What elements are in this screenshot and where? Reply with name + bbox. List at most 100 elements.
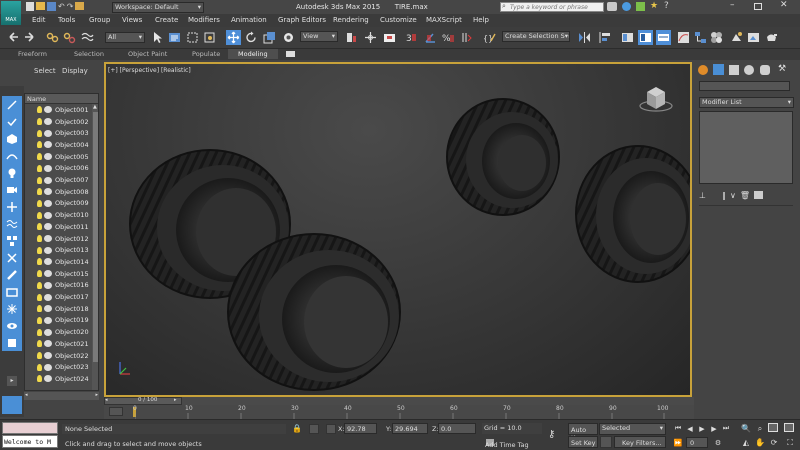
scroll-left-icon[interactable]: ◂ <box>25 392 28 398</box>
list-item[interactable]: Object016 <box>25 280 94 292</box>
close-window-icon[interactable]: ✕ <box>780 0 788 10</box>
time-slider-next-icon[interactable]: ▸ <box>174 397 177 403</box>
toggle-layer-explorer-icon[interactable] <box>638 30 653 45</box>
list-item[interactable]: Object017 <box>25 291 94 303</box>
explorer-tab-select[interactable]: Select <box>34 67 56 75</box>
show-end-result-icon[interactable]: ‖ <box>722 191 726 200</box>
display-hidden-icon[interactable] <box>2 317 22 334</box>
select-and-scale-icon[interactable] <box>262 30 277 45</box>
key-mode-icon[interactable] <box>600 436 612 448</box>
visibility-bulb-icon[interactable] <box>37 129 42 137</box>
list-item[interactable]: Object009 <box>25 198 94 210</box>
menu-views[interactable]: Views <box>122 16 142 24</box>
visibility-bulb-icon[interactable] <box>37 223 42 231</box>
go-to-start-icon[interactable]: ⏮ <box>672 423 684 434</box>
zoom-icon[interactable]: 🔍 <box>740 423 752 434</box>
list-item[interactable]: Object024 <box>25 373 94 385</box>
search-input[interactable] <box>510 3 602 11</box>
render-production-icon[interactable] <box>764 30 779 45</box>
list-item[interactable]: Object014 <box>25 256 94 268</box>
list-item[interactable]: Object001 <box>25 104 94 116</box>
visibility-bulb-icon[interactable] <box>37 375 42 383</box>
key-filters-button[interactable]: Key Filters... <box>614 436 666 448</box>
menu-animation[interactable]: Animation <box>231 16 267 24</box>
orbit-icon[interactable]: ⟳ <box>768 437 780 448</box>
tire-3[interactable] <box>446 98 560 216</box>
key-mode-toggle-icon[interactable]: ⏩ <box>672 437 684 448</box>
layer-explorer-icon[interactable] <box>2 396 22 414</box>
list-item[interactable]: Object022 <box>25 350 94 362</box>
subscription-icon[interactable] <box>622 2 631 11</box>
hierarchy-tab-icon[interactable] <box>729 65 739 75</box>
visibility-bulb-icon[interactable] <box>37 246 42 254</box>
undo-icon[interactable]: ↶ <box>58 2 65 12</box>
zoom-extents-all-icon[interactable] <box>784 423 794 432</box>
select-and-rotate-icon[interactable] <box>244 30 259 45</box>
maxscript-listener-pink[interactable] <box>2 422 58 434</box>
search-box[interactable]: ⌕ <box>500 2 604 12</box>
visibility-bulb-icon[interactable] <box>37 363 42 371</box>
schematic-view-icon[interactable] <box>693 30 708 45</box>
display-tab-icon[interactable] <box>760 65 770 75</box>
modifier-list-dropdown[interactable]: Modifier List ▾ <box>699 97 794 108</box>
menu-help[interactable]: Help <box>473 16 489 24</box>
display-all-objects-icon[interactable] <box>2 334 22 351</box>
toggle-ribbon-icon[interactable] <box>656 30 671 45</box>
visibility-bulb-icon[interactable] <box>37 211 42 219</box>
time-slider[interactable]: 0 / 100 ◂ ▸ <box>104 397 694 405</box>
menu-tools[interactable]: Tools <box>58 16 75 24</box>
menu-modifiers[interactable]: Modifiers <box>188 16 220 24</box>
ribbon-tab-freeform[interactable]: Freeform <box>18 50 47 58</box>
toggle-scene-explorer-icon[interactable] <box>620 30 635 45</box>
list-item[interactable]: Object008 <box>25 186 94 198</box>
list-item[interactable]: Object003 <box>25 127 94 139</box>
display-space-warps-icon[interactable] <box>2 215 22 232</box>
select-and-manipulate-icon[interactable] <box>363 30 378 45</box>
scroll-right-icon[interactable]: ▸ <box>95 392 98 398</box>
list-header[interactable]: Name <box>25 94 98 104</box>
ribbon-options-icon[interactable] <box>286 51 295 57</box>
modifier-stack[interactable] <box>699 111 793 184</box>
zoom-all-icon[interactable]: ⌕ <box>754 423 766 434</box>
create-tab-icon[interactable] <box>698 65 708 75</box>
ribbon-tab-modeling[interactable]: Modeling <box>228 49 278 59</box>
maxscript-mini-listener[interactable]: Welcome to M <box>2 435 58 448</box>
motion-tab-icon[interactable] <box>744 65 754 75</box>
open-file-icon[interactable] <box>36 2 45 10</box>
redo-icon[interactable]: ↷ <box>67 2 74 12</box>
menu-create[interactable]: Create <box>155 16 178 24</box>
isolate-selection-icon[interactable] <box>326 424 336 434</box>
list-item[interactable]: Object012 <box>25 233 94 245</box>
bind-space-warp-icon[interactable] <box>80 30 95 45</box>
modify-tab-icon[interactable] <box>713 64 724 75</box>
set-key-button[interactable]: Set Key <box>568 436 598 448</box>
set-key-icon[interactable]: ⚷ <box>548 429 555 440</box>
expand-panel-icon[interactable]: ▸ <box>7 376 17 386</box>
minimize-window-icon[interactable]: – <box>730 0 735 10</box>
list-item[interactable]: Object020 <box>25 326 94 338</box>
list-item[interactable]: Object011 <box>25 221 94 233</box>
display-all-icon[interactable] <box>2 113 22 130</box>
redo-toolbar-icon[interactable] <box>22 30 37 45</box>
key-selection-dropdown[interactable]: Selected ▾ <box>599 423 666 435</box>
favorites-icon[interactable]: ★ <box>650 1 658 11</box>
visibility-bulb-icon[interactable] <box>37 188 42 196</box>
list-item[interactable]: Object023 <box>25 361 94 373</box>
snaps-toggle-icon[interactable]: 3 <box>405 30 420 45</box>
tire-4[interactable] <box>575 145 690 283</box>
restore-window-icon[interactable] <box>754 3 762 10</box>
list-item[interactable]: Object015 <box>25 268 94 280</box>
go-to-end-icon[interactable]: ⏭ <box>720 423 732 434</box>
new-file-icon[interactable] <box>26 2 34 11</box>
visibility-bulb-icon[interactable] <box>37 199 42 207</box>
track-bar[interactable]: 0 10 20 30 40 50 60 70 80 90 100 <box>104 405 694 419</box>
utilities-tab-icon[interactable]: ⚒ <box>778 64 786 74</box>
align-icon[interactable] <box>598 30 613 45</box>
current-frame-field[interactable]: 0 <box>686 437 708 448</box>
zoom-extents-icon[interactable] <box>768 423 778 432</box>
visibility-bulb-icon[interactable] <box>37 258 42 266</box>
visibility-bulb-icon[interactable] <box>37 328 42 336</box>
save-file-icon[interactable] <box>47 2 56 11</box>
menu-edit[interactable]: Edit <box>32 16 46 24</box>
maximize-viewport-icon[interactable]: ⛶ <box>784 437 796 448</box>
